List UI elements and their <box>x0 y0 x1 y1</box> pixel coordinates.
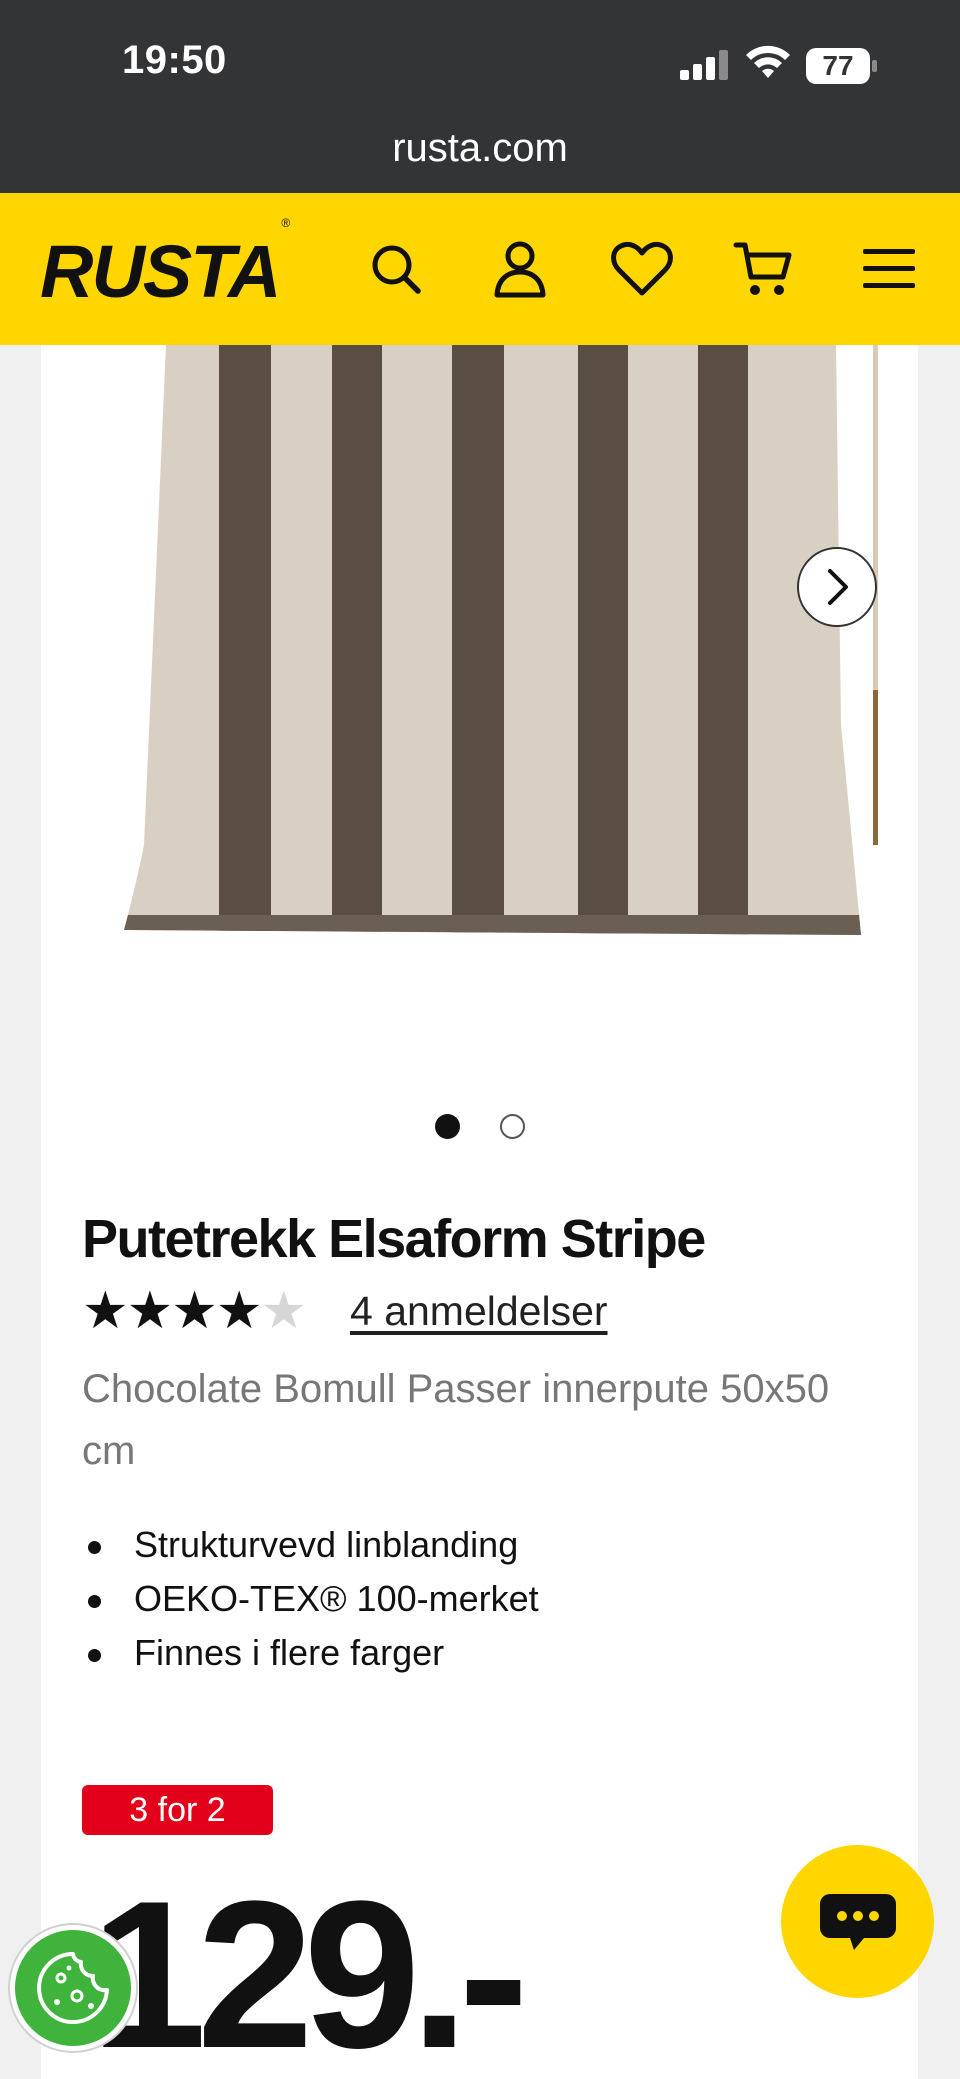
gallery-next-button[interactable] <box>797 547 877 627</box>
gallery-dot-2[interactable] <box>500 1114 525 1139</box>
product-description: Chocolate Bomull Passer innerpute 50x50 … <box>82 1367 830 1473</box>
cart-icon[interactable] <box>730 235 798 303</box>
product-title: Putetrekk Elsaform Stripe <box>82 1209 706 1269</box>
account-icon[interactable] <box>486 235 554 303</box>
feature-item: Strukturvevd linblanding <box>82 1518 539 1572</box>
cookie-icon <box>37 1952 109 2024</box>
status-bar: 19:50 77 rusta.com <box>0 0 960 193</box>
cellular-signal-icon <box>680 50 730 80</box>
gallery-dot-1[interactable] <box>435 1114 460 1139</box>
chat-bubble-icon <box>819 1893 896 1950</box>
feature-item: OEKO-TEX® 100-merket <box>82 1572 539 1626</box>
next-image-peek-shade <box>873 690 878 845</box>
clock: 19:50 <box>122 38 227 82</box>
address-bar-url[interactable]: rusta.com <box>0 126 960 171</box>
rusta-logo[interactable]: RUSTA® <box>40 216 290 314</box>
battery-icon: 77 <box>806 48 877 84</box>
promo-badge: 3 for 2 <box>82 1785 273 1835</box>
search-icon[interactable] <box>362 235 430 303</box>
wifi-icon <box>746 45 790 78</box>
site-header: RUSTA® <box>0 193 960 345</box>
cookie-settings-button[interactable] <box>10 1925 136 2051</box>
chevron-right-icon <box>828 569 848 605</box>
battery-level: 77 <box>822 50 854 81</box>
chat-button[interactable] <box>781 1845 934 1998</box>
rating-stars: ★★★★★ <box>82 1282 307 1340</box>
heart-icon[interactable] <box>608 235 676 303</box>
product-image[interactable] <box>86 345 866 955</box>
menu-icon[interactable] <box>855 235 923 303</box>
feature-item: Finnes i flere farger <box>82 1626 539 1680</box>
product-price: 129.- <box>90 1857 529 2079</box>
feature-list: Strukturvevd linblanding OEKO-TEX® 100-m… <box>82 1518 539 1680</box>
reviews-link[interactable]: 4 anmeldelser <box>350 1288 608 1335</box>
